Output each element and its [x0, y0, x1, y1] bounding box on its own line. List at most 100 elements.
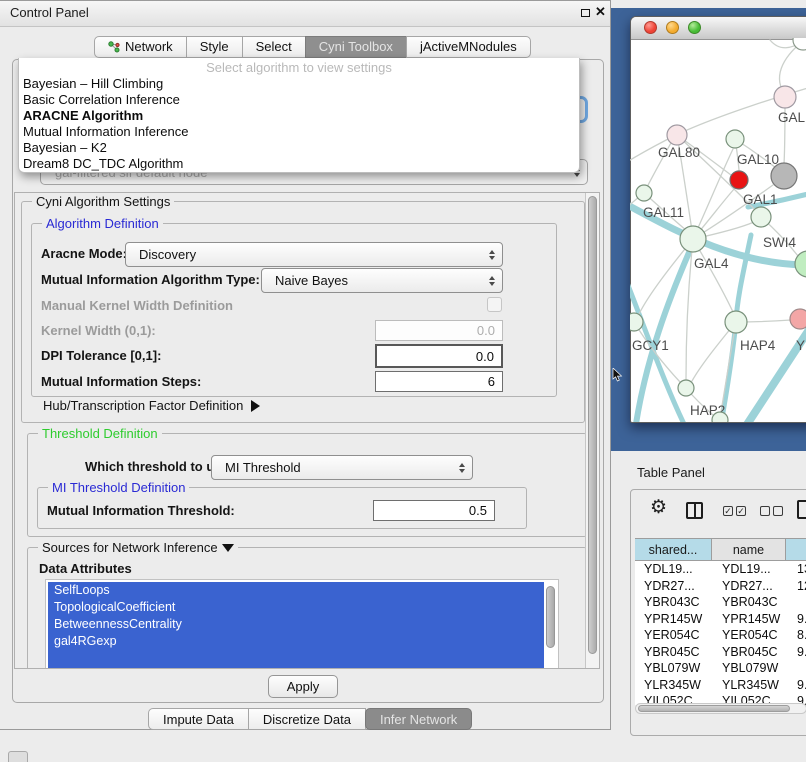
network-node-gal[interactable]	[774, 86, 796, 108]
table-row[interactable]: YBR043CYBR043C	[635, 594, 806, 611]
algorithm-option[interactable]: Bayesian – K2	[19, 140, 579, 156]
attribute-item[interactable]: BetweennessCentrality	[48, 616, 544, 633]
network-node-gal4[interactable]	[680, 226, 706, 252]
algorithm-dropdown-popup[interactable]: Select algorithm to view settings Bayesi…	[18, 58, 580, 173]
kernel-width-field[interactable]: 0.0	[375, 320, 503, 341]
kernel-width-label: Kernel Width (0,1):	[41, 323, 156, 338]
data-attributes-list[interactable]: SelfLoopsTopologicalCoefficientBetweenne…	[45, 579, 559, 669]
algorithm-option[interactable]: Mutual Information Inference	[19, 124, 579, 140]
network-node-gal1[interactable]	[751, 207, 771, 227]
table-row[interactable]: YBL079WYBL079W	[635, 660, 806, 677]
control-panel-titlebar: Control Panel ✕	[0, 1, 610, 27]
manual-kernel-width-checkbox[interactable]	[487, 297, 502, 312]
table-row[interactable]: YPR145WYPR145W9.	[635, 611, 806, 628]
control-panel-title: Control Panel	[10, 5, 89, 20]
mi-steps-field[interactable]: 6	[375, 371, 503, 392]
tab-discretize-data[interactable]: Discretize Data	[248, 708, 366, 730]
scrollbar-thumb[interactable]	[546, 586, 555, 648]
column-header[interactable]: shared...	[635, 538, 712, 561]
table-row[interactable]: YBR045CYBR045C9.	[635, 644, 806, 661]
spinner-icon	[489, 276, 495, 286]
table-cell: YDR27...	[635, 578, 713, 595]
collapse-down-icon[interactable]	[222, 544, 234, 552]
algorithm-option[interactable]: Basic Correlation Inference	[19, 92, 579, 108]
network-node-hap2[interactable]	[678, 380, 694, 396]
network-node[interactable]	[730, 171, 748, 189]
column-header[interactable]: name	[711, 538, 786, 561]
close-panel-icon[interactable]: ✕	[595, 4, 606, 20]
table-cell: YBR045C	[713, 644, 788, 661]
settings-scroll-area[interactable]: Cyni Algorithm Settings Algorithm Defini…	[14, 192, 600, 669]
algorithm-option[interactable]: Dream8 DC_TDC Algorithm	[19, 156, 579, 172]
sources-title: Sources for Network Inference	[42, 540, 218, 555]
table-horizontal-scrollbar[interactable]	[635, 703, 806, 714]
tab-label: Select	[256, 36, 292, 58]
attribute-item[interactable]: TopologicalCoefficient	[48, 599, 544, 616]
apply-button[interactable]: Apply	[268, 675, 338, 698]
attribute-item[interactable]: gal4RGexp	[48, 633, 544, 650]
float-window-icon[interactable]	[581, 9, 590, 17]
column-header[interactable]: A	[785, 538, 806, 561]
list-scrollbar[interactable]	[545, 581, 557, 669]
network-node[interactable]	[771, 163, 797, 189]
tab-impute-data[interactable]: Impute Data	[148, 708, 249, 730]
table-row[interactable]: YDR27...YDR27...12	[635, 578, 806, 595]
table-cell: YBL079W	[713, 660, 788, 677]
table-header: shared...nameA	[635, 538, 806, 561]
close-traffic-light-icon[interactable]	[644, 21, 657, 34]
scrollbar-thumb[interactable]	[588, 196, 597, 654]
network-node-gal10[interactable]	[726, 130, 744, 148]
scrollbar-thumb[interactable]	[638, 705, 790, 712]
tab-infer-network[interactable]: Infer Network	[365, 708, 472, 730]
node-label: GAL1	[743, 192, 778, 207]
data-attributes-label: Data Attributes	[39, 561, 132, 576]
column-browser-icon[interactable]	[686, 502, 703, 519]
algorithm-option[interactable]: ARACNE Algorithm	[19, 108, 579, 124]
table-cell: 9.	[788, 644, 806, 661]
minimize-traffic-light-icon[interactable]	[666, 21, 679, 34]
collapsed-panel-button[interactable]	[8, 751, 28, 762]
table-cell: 12	[788, 578, 806, 595]
selected-attributes: SelfLoopsTopologicalCoefficientBetweenne…	[48, 582, 544, 669]
tab-network[interactable]: Network	[94, 36, 187, 58]
node-table: shared...nameA YDL19...YDL19...13YDR27..…	[635, 538, 806, 705]
algorithm-option[interactable]: Bayesian – Hill Climbing	[19, 76, 579, 92]
network-edge	[721, 322, 736, 412]
network-canvas[interactable]: GALGAL80GAL10GAL1GAL11GAL4SWI4GCY1HAP4YH…	[630, 38, 806, 422]
node-label: GAL11	[643, 205, 684, 220]
table-cell: 9.	[788, 677, 806, 694]
network-node-y[interactable]	[790, 309, 806, 329]
network-node-gal80[interactable]	[667, 125, 687, 145]
network-node-gcy1[interactable]	[630, 313, 643, 331]
tab-style[interactable]: Style	[186, 36, 243, 58]
node-label: GAL	[778, 110, 806, 125]
control-panel-window: Control Panel ✕ NetworkStyle Select Cyni T…	[0, 0, 611, 730]
settings-vertical-scrollbar[interactable]	[585, 193, 599, 668]
network-window-titlebar[interactable]	[631, 17, 806, 40]
mi-threshold-field[interactable]: 0.5	[373, 500, 495, 521]
aracne-mode-combobox[interactable]: Discovery	[125, 242, 503, 267]
dpi-tolerance-field[interactable]: 0.0	[375, 344, 503, 368]
gear-icon[interactable]: ⚙	[650, 496, 667, 519]
mi-algorithm-type-combobox[interactable]: Naive Bayes	[261, 268, 503, 293]
which-threshold-combobox[interactable]: MI Threshold	[211, 455, 473, 480]
table-panel: ⚙ ✓✓ shared...nameA YDL19...YDL19...13YD…	[630, 489, 806, 736]
table-rows: YDL19...YDL19...13YDR27...YDR27...12YBR0…	[635, 561, 806, 705]
hub-definition-toggle[interactable]: Hub/Transcription Factor Definition	[43, 398, 260, 413]
table-row[interactable]: YLR345WYLR345W9.	[635, 677, 806, 694]
tab-jactivemnodules[interactable]: jActiveMNodules	[406, 36, 531, 58]
network-node[interactable]	[712, 412, 728, 422]
network-node-hap4[interactable]	[725, 311, 747, 333]
tab-cyni-toolbox[interactable]: Cyni Toolbox	[305, 36, 407, 58]
dpi-tolerance-label: DPI Tolerance [0,1]:	[41, 348, 161, 363]
mi-threshold-label: Mutual Information Threshold:	[47, 503, 235, 518]
table-row[interactable]: YDL19...YDL19...13	[635, 561, 806, 578]
spinner-icon	[459, 463, 465, 473]
zoom-traffic-light-icon[interactable]	[688, 21, 701, 34]
tab-label: jActiveMNodules	[420, 36, 517, 58]
tab-select[interactable]: Select	[242, 36, 306, 58]
network-node-gal11[interactable]	[636, 185, 652, 201]
table-row[interactable]: YER054CYER054C8.	[635, 627, 806, 644]
attribute-item[interactable]: SelfLoops	[48, 582, 544, 599]
new-table-icon[interactable]	[797, 500, 806, 519]
